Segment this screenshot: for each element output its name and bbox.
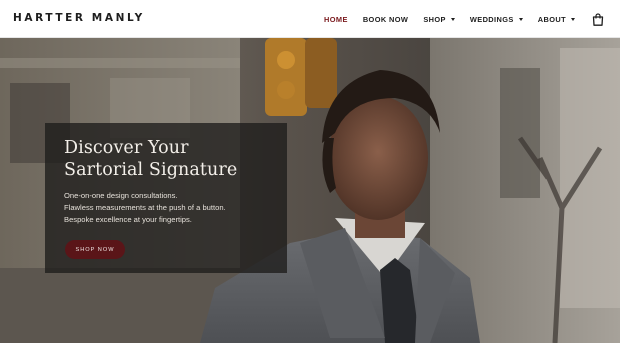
chevron-down-icon bbox=[518, 17, 523, 21]
hero-text-line-1: One-on-one design consultations. bbox=[64, 191, 178, 200]
nav-item-weddings[interactable]: WEDDINGS bbox=[470, 15, 523, 24]
main-nav: HOME BOOK NOW SHOP WEDDINGS ABOUT bbox=[324, 0, 604, 38]
hero-text-line-2: Flawless measurements at the push of a b… bbox=[64, 203, 226, 212]
nav-item-home[interactable]: HOME bbox=[324, 15, 348, 24]
chevron-down-icon bbox=[450, 17, 455, 21]
shopping-bag-icon[interactable] bbox=[592, 12, 604, 26]
hero-text-line-3: Bespoke excellence at your fingertips. bbox=[64, 215, 192, 224]
nav-item-shop[interactable]: SHOP bbox=[423, 15, 455, 24]
hero-title: Discover Your Sartorial Signature bbox=[64, 137, 279, 181]
nav-item-label: BOOK NOW bbox=[362, 14, 409, 24]
hero-banner: Discover Your Sartorial Signature One-on… bbox=[0, 38, 620, 343]
nav-item-label: HOME bbox=[324, 14, 348, 24]
hero-overlay-card: Discover Your Sartorial Signature One-on… bbox=[45, 123, 287, 273]
shop-now-button[interactable]: SHOP NOW bbox=[65, 240, 125, 259]
hero-title-line-2: Sartorial Signature bbox=[64, 160, 238, 180]
hero-title-line-1: Discover Your bbox=[64, 138, 189, 158]
brand-logo[interactable]: HARTTER MANLY bbox=[13, 12, 145, 24]
nav-item-label: SHOP bbox=[423, 14, 446, 24]
nav-item-label: WEDDINGS bbox=[469, 14, 514, 24]
nav-item-about[interactable]: ABOUT bbox=[538, 15, 575, 24]
nav-item-book-now[interactable]: BOOK NOW bbox=[363, 15, 409, 24]
nav-item-label: ABOUT bbox=[537, 14, 566, 24]
site-header: HARTTER MANLY HOME BOOK NOW SHOP WEDDING… bbox=[0, 0, 620, 38]
chevron-down-icon bbox=[571, 17, 575, 21]
